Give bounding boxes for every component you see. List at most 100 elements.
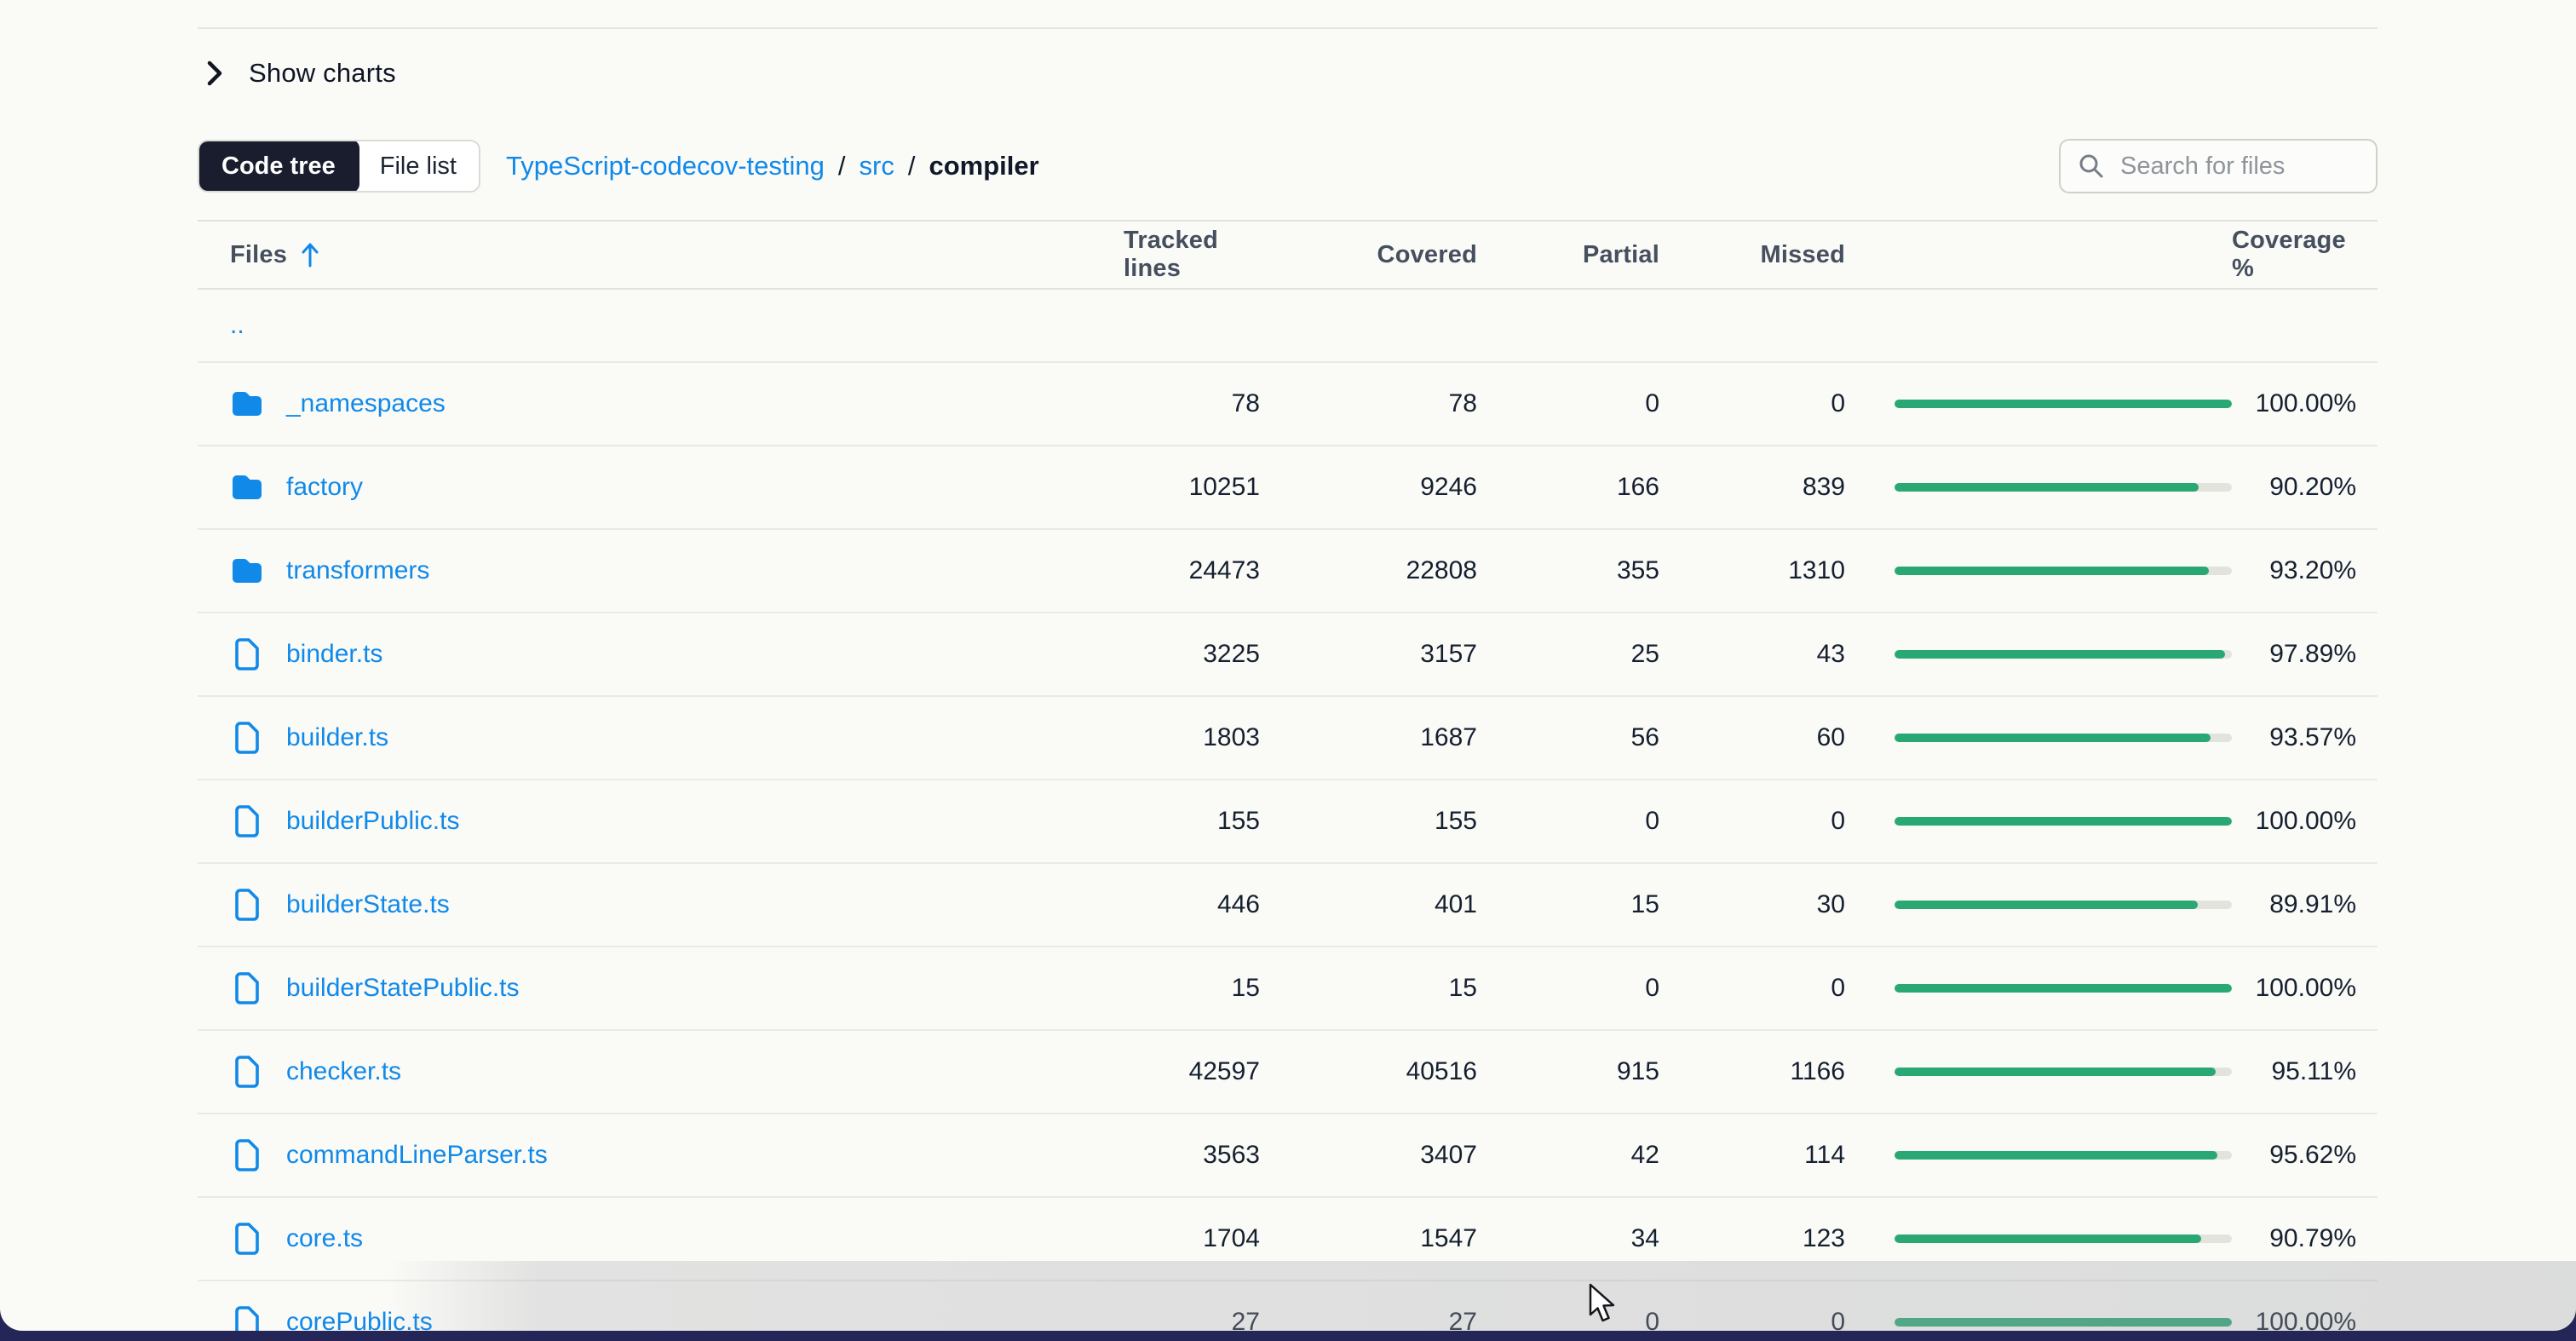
column-header-partial[interactable]: Partial bbox=[1583, 241, 1659, 269]
partial-value: 915 bbox=[1617, 1057, 1659, 1086]
file-link[interactable]: transformers bbox=[286, 556, 429, 585]
file-link[interactable]: builderState.ts bbox=[286, 890, 450, 919]
file-link[interactable]: checker.ts bbox=[286, 1057, 401, 1086]
missed-value: 1166 bbox=[1790, 1057, 1845, 1086]
file-link[interactable]: corePublic.ts bbox=[286, 1308, 433, 1331]
table-row: transformers 24473 22808 355 1310 93.20% bbox=[198, 530, 2378, 613]
folder-icon bbox=[230, 474, 264, 501]
table-row: core.ts 1704 1547 34 123 90.79% bbox=[198, 1198, 2378, 1281]
coverage-bar-fill bbox=[1895, 650, 2225, 659]
coverage-bar bbox=[1895, 567, 2232, 575]
missed-value: 114 bbox=[1804, 1141, 1845, 1170]
file-link[interactable]: builderPublic.ts bbox=[286, 807, 459, 836]
file-icon bbox=[230, 804, 264, 838]
show-charts-toggle[interactable]: Show charts bbox=[198, 49, 396, 97]
tracked-value: 10251 bbox=[1189, 473, 1260, 502]
coverage-bar bbox=[1895, 984, 2232, 993]
covered-value: 9246 bbox=[1420, 473, 1477, 502]
tracked-value: 78 bbox=[1232, 389, 1260, 418]
search-input[interactable] bbox=[2119, 152, 2359, 181]
file-icon bbox=[230, 637, 264, 671]
tracked-value: 3563 bbox=[1203, 1141, 1260, 1170]
coverage-bar-track bbox=[1895, 1318, 2232, 1327]
coverage-value: 95.62% bbox=[2269, 1141, 2356, 1170]
file-name-cell: corePublic.ts bbox=[230, 1305, 1124, 1331]
coverage-value: 100.00% bbox=[2256, 807, 2356, 836]
coverage-bar-track bbox=[1895, 817, 2232, 826]
file-link[interactable]: builder.ts bbox=[286, 723, 388, 752]
breadcrumb-separator: / bbox=[908, 151, 916, 181]
file-icon bbox=[230, 1305, 264, 1331]
coverage-page-panel: Show charts Code tree File list TypeScri… bbox=[0, 0, 2576, 1331]
file-icon bbox=[230, 971, 264, 1005]
parent-directory-row: .. bbox=[198, 290, 2378, 363]
coverage-value: 95.11% bbox=[2271, 1057, 2356, 1086]
file-table: Files Tracked lines Covered Partial Miss… bbox=[198, 220, 2378, 1331]
coverage-bar bbox=[1895, 1235, 2232, 1243]
column-header-files[interactable]: Files bbox=[230, 240, 1124, 269]
column-header-tracked-lines[interactable]: Tracked lines bbox=[1124, 227, 1260, 283]
coverage-bar bbox=[1895, 1318, 2232, 1327]
coverage-value: 89.91% bbox=[2269, 890, 2356, 919]
file-name-cell: commandLineParser.ts bbox=[230, 1138, 1124, 1172]
coverage-bar-track bbox=[1895, 734, 2232, 742]
column-header-covered[interactable]: Covered bbox=[1377, 241, 1477, 269]
coverage-bar-fill bbox=[1895, 400, 2232, 408]
show-charts-label: Show charts bbox=[249, 58, 396, 89]
missed-value: 0 bbox=[1831, 807, 1845, 836]
file-search-box[interactable] bbox=[2059, 139, 2378, 193]
missed-value: 30 bbox=[1817, 890, 1845, 919]
file-icon bbox=[230, 721, 264, 755]
sort-ascending-icon bbox=[299, 240, 321, 269]
breadcrumb-src-link[interactable]: src bbox=[860, 151, 894, 181]
partial-value: 0 bbox=[1645, 807, 1659, 836]
coverage-bar bbox=[1895, 483, 2232, 492]
missed-value: 43 bbox=[1817, 640, 1845, 669]
covered-value: 3407 bbox=[1420, 1141, 1477, 1170]
file-name-cell: checker.ts bbox=[230, 1055, 1124, 1089]
file-name-cell: binder.ts bbox=[230, 637, 1124, 671]
coverage-bar-track bbox=[1895, 1068, 2232, 1076]
file-name-cell: factory bbox=[230, 473, 1124, 502]
file-link[interactable]: commandLineParser.ts bbox=[286, 1141, 548, 1170]
tracked-value: 155 bbox=[1217, 807, 1260, 836]
files-header-label: Files bbox=[230, 241, 287, 269]
breadcrumb-current-folder: compiler bbox=[929, 151, 1038, 181]
tracked-value: 3225 bbox=[1203, 640, 1260, 669]
column-header-coverage[interactable]: Coverage % bbox=[2232, 227, 2356, 283]
covered-value: 1547 bbox=[1420, 1224, 1477, 1253]
file-link[interactable]: builderStatePublic.ts bbox=[286, 974, 520, 1003]
code-tree-tab[interactable]: Code tree bbox=[198, 140, 359, 193]
coverage-bar-track bbox=[1895, 483, 2232, 492]
file-link[interactable]: factory bbox=[286, 473, 363, 502]
table-row: builderStatePublic.ts 15 15 0 0 100.00% bbox=[198, 947, 2378, 1031]
missed-value: 123 bbox=[1803, 1224, 1845, 1253]
partial-value: 0 bbox=[1645, 1308, 1659, 1331]
coverage-bar bbox=[1895, 734, 2232, 742]
breadcrumb-repo-link[interactable]: TypeScript-codecov-testing bbox=[506, 151, 825, 181]
coverage-bar-track bbox=[1895, 984, 2232, 993]
coverage-bar bbox=[1895, 1151, 2232, 1160]
file-link[interactable]: core.ts bbox=[286, 1224, 363, 1253]
partial-value: 166 bbox=[1617, 473, 1659, 502]
coverage-value: 90.79% bbox=[2269, 1224, 2356, 1253]
view-toggle-group: Code tree File list bbox=[198, 140, 480, 193]
coverage-bar-fill bbox=[1895, 1068, 2216, 1076]
coverage-bar bbox=[1895, 1068, 2232, 1076]
file-link[interactable]: binder.ts bbox=[286, 640, 382, 669]
file-link[interactable]: _namespaces bbox=[286, 389, 446, 418]
missed-value: 60 bbox=[1817, 723, 1845, 752]
column-header-missed[interactable]: Missed bbox=[1760, 241, 1845, 269]
missed-value: 0 bbox=[1831, 1308, 1845, 1331]
file-name-cell: builderState.ts bbox=[230, 888, 1124, 922]
parent-directory-link[interactable]: .. bbox=[230, 311, 244, 340]
folder-icon bbox=[230, 557, 264, 584]
file-list-tab[interactable]: File list bbox=[358, 141, 479, 191]
breadcrumb: TypeScript-codecov-testing / src / compi… bbox=[506, 151, 1039, 181]
missed-value: 0 bbox=[1831, 974, 1845, 1003]
page-content: Show charts Code tree File list TypeScri… bbox=[198, 0, 2378, 1331]
coverage-bar-fill bbox=[1895, 817, 2232, 826]
coverage-value: 97.89% bbox=[2269, 640, 2356, 669]
tracked-value: 446 bbox=[1217, 890, 1260, 919]
partial-value: 355 bbox=[1617, 556, 1659, 585]
